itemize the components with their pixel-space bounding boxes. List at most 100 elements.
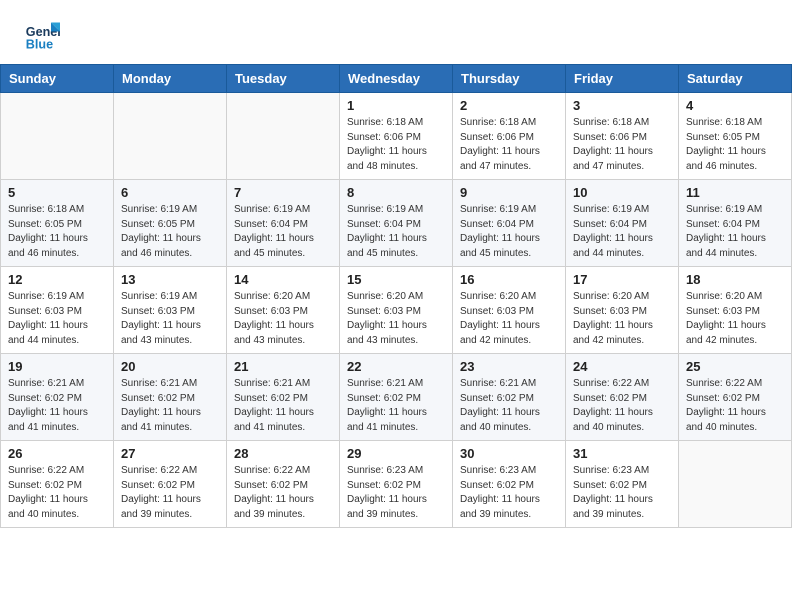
day-number: 22 [347,359,445,374]
day-info: Sunrise: 6:20 AM Sunset: 6:03 PM Dayligh… [460,290,558,348]
day-number: 4 [686,98,784,113]
day-info: Sunrise: 6:23 AM Sunset: 6:02 PM Dayligh… [460,464,558,522]
day-number: 26 [8,446,106,461]
calendar-day-cell: 12Sunrise: 6:19 AM Sunset: 6:03 PM Dayli… [1,267,114,354]
day-number: 5 [8,185,106,200]
day-number: 11 [686,185,784,200]
day-number: 13 [121,272,219,287]
day-number: 10 [573,185,671,200]
day-info: Sunrise: 6:18 AM Sunset: 6:06 PM Dayligh… [347,116,445,174]
calendar-day-cell: 2Sunrise: 6:18 AM Sunset: 6:06 PM Daylig… [453,93,566,180]
logo: General Blue [24,18,60,54]
day-info: Sunrise: 6:20 AM Sunset: 6:03 PM Dayligh… [686,290,784,348]
day-number: 21 [234,359,332,374]
day-info: Sunrise: 6:18 AM Sunset: 6:05 PM Dayligh… [686,116,784,174]
calendar-week-row: 26 Sunrise: 6:22 AM Sunset: 6:02 PM Dayli… [1,441,792,528]
day-info: Sunrise: 6:18 AM Sunset: 6:05 PM Dayligh… [8,203,106,261]
day-info: Sunrise: 6:21 AM Sunset: 6:02 PM Dayligh… [460,377,558,435]
day-number: 18 [686,272,784,287]
calendar-day-cell: 5 Sunrise: 6:18 AM Sunset: 6:05 PM Daylig… [1,180,114,267]
calendar-week-row: 19 Sunrise: 6:21 AM Sunset: 6:02 PM Dayli… [1,354,792,441]
calendar-day-cell [114,93,227,180]
calendar-day-cell: 3Sunrise: 6:18 AM Sunset: 6:06 PM Daylig… [566,93,679,180]
weekday-header-cell: Wednesday [340,65,453,93]
day-number: 24 [573,359,671,374]
calendar-day-cell: 14Sunrise: 6:20 AM Sunset: 6:03 PM Dayli… [227,267,340,354]
calendar-day-cell: 11 Sunrise: 6:19 AM Sunset: 6:04 PM Dayli… [679,180,792,267]
calendar-week-row: 12Sunrise: 6:19 AM Sunset: 6:03 PM Dayli… [1,267,792,354]
calendar-day-cell: 30Sunrise: 6:23 AM Sunset: 6:02 PM Dayli… [453,441,566,528]
day-info: Sunrise: 6:23 AM Sunset: 6:02 PM Dayligh… [347,464,445,522]
day-info: Sunrise: 6:22 AM Sunset: 6:02 PM Dayligh… [234,464,332,522]
day-number: 7 [234,185,332,200]
logo-icon: General Blue [24,18,60,54]
day-info: Sunrise: 6:22 AM Sunset: 6:02 PM Dayligh… [121,464,219,522]
day-number: 8 [347,185,445,200]
day-info: Sunrise: 6:19 AM Sunset: 6:04 PM Dayligh… [234,203,332,261]
day-number: 19 [8,359,106,374]
calendar-week-row: 1 Sunrise: 6:18 AM Sunset: 6:06 PM Daylig… [1,93,792,180]
day-info: Sunrise: 6:21 AM Sunset: 6:02 PM Dayligh… [8,377,106,435]
calendar-day-cell: 20Sunrise: 6:21 AM Sunset: 6:02 PM Dayli… [114,354,227,441]
calendar-day-cell: 6 Sunrise: 6:19 AM Sunset: 6:05 PM Daylig… [114,180,227,267]
day-info: Sunrise: 6:21 AM Sunset: 6:02 PM Dayligh… [234,377,332,435]
weekday-header-cell: Monday [114,65,227,93]
calendar-day-cell: 29 Sunrise: 6:23 AM Sunset: 6:02 PM Dayli… [340,441,453,528]
calendar-table: SundayMondayTuesdayWednesdayThursdayFrid… [0,64,792,528]
calendar-day-cell [227,93,340,180]
calendar-day-cell: 15Sunrise: 6:20 AM Sunset: 6:03 PM Dayli… [340,267,453,354]
calendar-day-cell: 22Sunrise: 6:21 AM Sunset: 6:02 PM Dayli… [340,354,453,441]
day-info: Sunrise: 6:23 AM Sunset: 6:02 PM Dayligh… [573,464,671,522]
calendar-body: 1 Sunrise: 6:18 AM Sunset: 6:06 PM Daylig… [1,93,792,528]
day-info: Sunrise: 6:19 AM Sunset: 6:03 PM Dayligh… [8,290,106,348]
calendar-day-cell: 8 Sunrise: 6:19 AM Sunset: 6:04 PM Daylig… [340,180,453,267]
day-info: Sunrise: 6:22 AM Sunset: 6:02 PM Dayligh… [573,377,671,435]
day-info: Sunrise: 6:19 AM Sunset: 6:04 PM Dayligh… [573,203,671,261]
svg-text:Blue: Blue [26,38,53,52]
day-info: Sunrise: 6:19 AM Sunset: 6:04 PM Dayligh… [460,203,558,261]
calendar-day-cell: 27Sunrise: 6:22 AM Sunset: 6:02 PM Dayli… [114,441,227,528]
day-info: Sunrise: 6:19 AM Sunset: 6:04 PM Dayligh… [686,203,784,261]
calendar-day-cell: 21 Sunrise: 6:21 AM Sunset: 6:02 PM Dayli… [227,354,340,441]
day-info: Sunrise: 6:19 AM Sunset: 6:04 PM Dayligh… [347,203,445,261]
day-number: 25 [686,359,784,374]
calendar-day-cell: 9 Sunrise: 6:19 AM Sunset: 6:04 PM Daylig… [453,180,566,267]
day-number: 2 [460,98,558,113]
day-info: Sunrise: 6:18 AM Sunset: 6:06 PM Dayligh… [573,116,671,174]
day-number: 6 [121,185,219,200]
day-number: 9 [460,185,558,200]
calendar-day-cell: 13 Sunrise: 6:19 AM Sunset: 6:03 PM Dayli… [114,267,227,354]
day-number: 17 [573,272,671,287]
day-info: Sunrise: 6:21 AM Sunset: 6:02 PM Dayligh… [121,377,219,435]
page-header: General Blue [0,0,792,64]
day-info: Sunrise: 6:19 AM Sunset: 6:05 PM Dayligh… [121,203,219,261]
weekday-header-cell: Saturday [679,65,792,93]
day-number: 23 [460,359,558,374]
calendar-day-cell: 18 Sunrise: 6:20 AM Sunset: 6:03 PM Dayli… [679,267,792,354]
day-info: Sunrise: 6:22 AM Sunset: 6:02 PM Dayligh… [686,377,784,435]
day-info: Sunrise: 6:22 AM Sunset: 6:02 PM Dayligh… [8,464,106,522]
calendar-day-cell: 1 Sunrise: 6:18 AM Sunset: 6:06 PM Daylig… [340,93,453,180]
day-number: 31 [573,446,671,461]
weekday-header-cell: Sunday [1,65,114,93]
day-info: Sunrise: 6:19 AM Sunset: 6:03 PM Dayligh… [121,290,219,348]
calendar-day-cell: 10 Sunrise: 6:19 AM Sunset: 6:04 PM Dayli… [566,180,679,267]
day-number: 28 [234,446,332,461]
calendar-day-cell: 17Sunrise: 6:20 AM Sunset: 6:03 PM Dayli… [566,267,679,354]
weekday-header-cell: Tuesday [227,65,340,93]
weekday-header-cell: Friday [566,65,679,93]
calendar-day-cell: 23 Sunrise: 6:21 AM Sunset: 6:02 PM Dayli… [453,354,566,441]
day-number: 29 [347,446,445,461]
day-number: 1 [347,98,445,113]
day-number: 16 [460,272,558,287]
calendar-day-cell: 31 Sunrise: 6:23 AM Sunset: 6:02 PM Dayli… [566,441,679,528]
calendar-day-cell: 7 Sunrise: 6:19 AM Sunset: 6:04 PM Daylig… [227,180,340,267]
calendar-day-cell: 4 Sunrise: 6:18 AM Sunset: 6:05 PM Daylig… [679,93,792,180]
calendar-day-cell: 25 Sunrise: 6:22 AM Sunset: 6:02 PM Dayli… [679,354,792,441]
calendar-day-cell: 28 Sunrise: 6:22 AM Sunset: 6:02 PM Dayli… [227,441,340,528]
calendar-day-cell: 19 Sunrise: 6:21 AM Sunset: 6:02 PM Dayli… [1,354,114,441]
calendar-day-cell [679,441,792,528]
calendar-day-cell: 16 Sunrise: 6:20 AM Sunset: 6:03 PM Dayli… [453,267,566,354]
weekday-header-cell: Thursday [453,65,566,93]
calendar-day-cell [1,93,114,180]
